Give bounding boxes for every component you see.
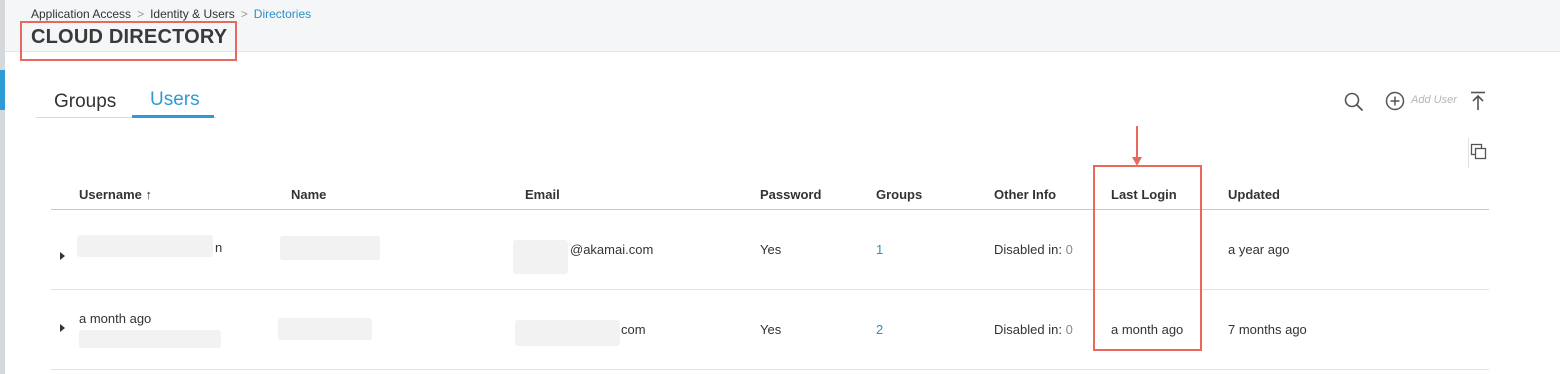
breadcrumb-item-identity-users[interactable]: Identity & Users (150, 7, 235, 21)
email-cell: @akamai.com (570, 242, 654, 257)
plus-circle-icon[interactable] (1384, 90, 1406, 117)
other-info-cell: Disabled in: 0 (994, 242, 1073, 257)
redacted-name (280, 236, 380, 260)
groups-count-link[interactable]: 2 (876, 322, 883, 337)
password-cell: Yes (760, 322, 782, 337)
last-login-annotation-box (1093, 165, 1202, 351)
table-header-divider (51, 209, 1489, 210)
email-cell: com (621, 322, 646, 337)
breadcrumb-item-directories[interactable]: Directories (254, 7, 311, 21)
tab-users[interactable]: Users (150, 89, 200, 111)
tab-groups[interactable]: Groups (54, 91, 116, 113)
sort-ascending-icon: ↑ (145, 187, 153, 202)
left-edge-indicator (0, 70, 5, 110)
breadcrumb-separator: > (240, 7, 248, 21)
row-divider (51, 369, 1489, 370)
username-cell: a month ago (79, 311, 152, 326)
header-panel: Application Access > Identity & Users > Dire… (5, 0, 1560, 52)
groups-count-link[interactable]: 1 (876, 242, 883, 257)
other-info-value: 0 (1065, 242, 1073, 257)
search-icon[interactable] (1343, 91, 1365, 118)
row-divider (51, 289, 1489, 290)
column-header-other-info[interactable]: Other Info (994, 187, 1056, 202)
updated-cell: 7 months ago (1228, 322, 1307, 337)
redacted-username (79, 330, 221, 348)
column-header-name[interactable]: Name (291, 187, 326, 202)
copy-icon[interactable] (1470, 143, 1488, 166)
breadcrumb-separator: > (137, 7, 145, 21)
active-tab-underline (132, 115, 214, 118)
redacted-name (278, 318, 372, 340)
breadcrumb-item-application-access[interactable]: Application Access (31, 7, 131, 21)
column-header-username[interactable]: Username ↑ (79, 187, 152, 202)
left-edge-bar (0, 0, 5, 374)
redacted-email (513, 240, 568, 274)
password-cell: Yes (760, 242, 782, 257)
column-header-updated[interactable]: Updated (1228, 187, 1280, 202)
other-info-value: 0 (1065, 322, 1073, 337)
expand-row-icon[interactable] (60, 324, 65, 332)
redacted-email (515, 320, 620, 346)
column-header-groups[interactable]: Groups (876, 187, 922, 202)
other-info-cell: Disabled in: 0 (994, 322, 1073, 337)
redacted-username (77, 235, 213, 257)
column-header-email[interactable]: Email (525, 187, 560, 202)
column-header-password[interactable]: Password (760, 187, 821, 202)
tab-bar: Groups Users (36, 88, 216, 118)
updated-cell: a year ago (1228, 242, 1290, 257)
column-header-username-label: Username (79, 187, 142, 202)
annotation-arrow-shaft (1136, 126, 1138, 159)
toolbar-divider (1468, 138, 1469, 168)
other-info-label: Disabled in: (994, 242, 1062, 257)
expand-row-icon[interactable] (60, 252, 65, 260)
username-cell: n (215, 240, 223, 255)
other-info-label: Disabled in: (994, 322, 1062, 337)
upload-icon[interactable] (1468, 90, 1488, 117)
breadcrumb: Application Access > Identity & Users > Dire… (31, 7, 311, 21)
add-user-button[interactable]: Add User (1411, 94, 1457, 106)
title-annotation-box (20, 21, 237, 61)
